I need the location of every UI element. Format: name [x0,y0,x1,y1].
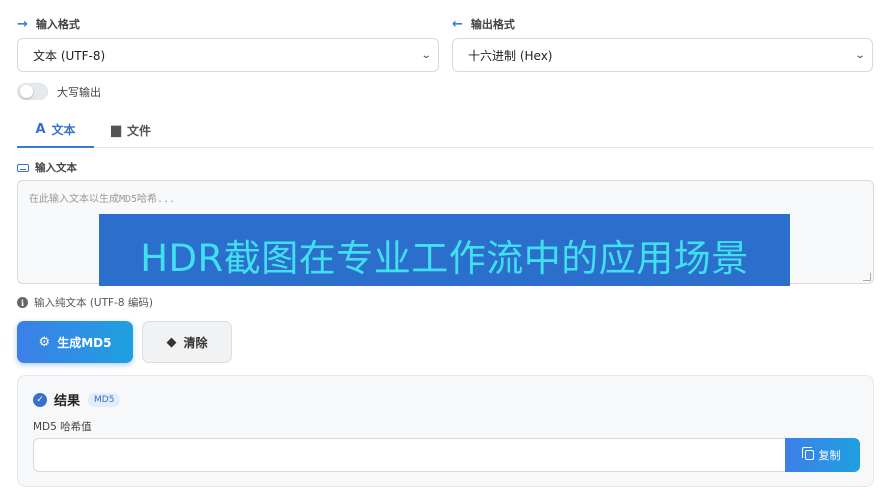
clear-button[interactable]: ◆ 清除 [142,321,232,363]
input-format-label: → 输入格式 [17,16,80,32]
input-hint-text: 输入纯文本 (UTF-8 编码) [34,297,153,309]
tab-file-label: 文件 [127,123,152,138]
tab-file[interactable]: ▆ 文件 [111,112,151,148]
clear-label: 清除 [183,335,208,350]
generate-md5-button[interactable]: ⚙ 生成MD5 [17,321,133,363]
tab-text-label: 文本 [51,122,76,137]
uppercase-toggle-row: 大写输出 [17,83,101,100]
algorithm-badge: MD5 [88,392,121,407]
output-format-value: 十六进制 (Hex) [468,48,553,63]
input-hint: i 输入纯文本 (UTF-8 编码) [17,295,153,310]
copy-button[interactable]: 复制 [785,438,860,472]
chevron-down-icon: ⌄ [854,49,866,61]
generate-md5-label: 生成MD5 [57,335,112,350]
eraser-icon: ◆ [166,334,177,350]
gear-icon: ⚙ [38,334,51,350]
result-header: ✓ 结果 MD5 [33,390,121,409]
input-format-select[interactable]: 文本 (UTF-8) ⌄ [17,38,439,72]
uppercase-toggle[interactable] [17,83,48,100]
output-format-label-text: 输出格式 [470,18,515,31]
output-format-select[interactable]: 十六进制 (Hex) ⌄ [452,38,873,72]
input-mode-tabs: A 文本 ▆ 文件 [17,112,874,148]
text-input-placeholder: 在此输入文本以生成MD5哈希... [29,194,176,205]
arrow-left-icon: ← [452,16,463,32]
text-input-label-text: 输入文本 [35,162,77,174]
file-icon: ▆ [111,122,121,138]
input-format-value: 文本 (UTF-8) [33,48,106,63]
uppercase-toggle-label: 大写输出 [57,85,101,99]
toggle-knob [20,85,33,98]
check-circle-icon: ✓ [33,392,47,407]
keyboard-icon [17,163,29,172]
resize-handle[interactable] [863,273,871,281]
tab-text[interactable]: A 文本 [17,112,94,148]
chevron-down-icon: ⌄ [420,49,432,61]
info-icon: i [17,297,28,308]
result-panel: ✓ 结果 MD5 MD5 哈希值 复制 [17,375,874,487]
copy-label: 复制 [818,449,841,462]
result-title: 结果 [54,394,81,409]
output-format-label: ← 输出格式 [452,16,515,32]
overlay-banner: HDR截图在专业工作流中的应用场景 [99,214,790,286]
hash-label: MD5 哈希值 [33,421,92,433]
input-format-label-text: 输入格式 [35,18,80,31]
arrow-right-icon: → [17,16,28,32]
copy-icon [801,447,814,460]
text-input-label: 输入文本 [17,160,77,175]
font-icon: A [35,121,46,137]
hash-output-field[interactable] [33,438,786,472]
